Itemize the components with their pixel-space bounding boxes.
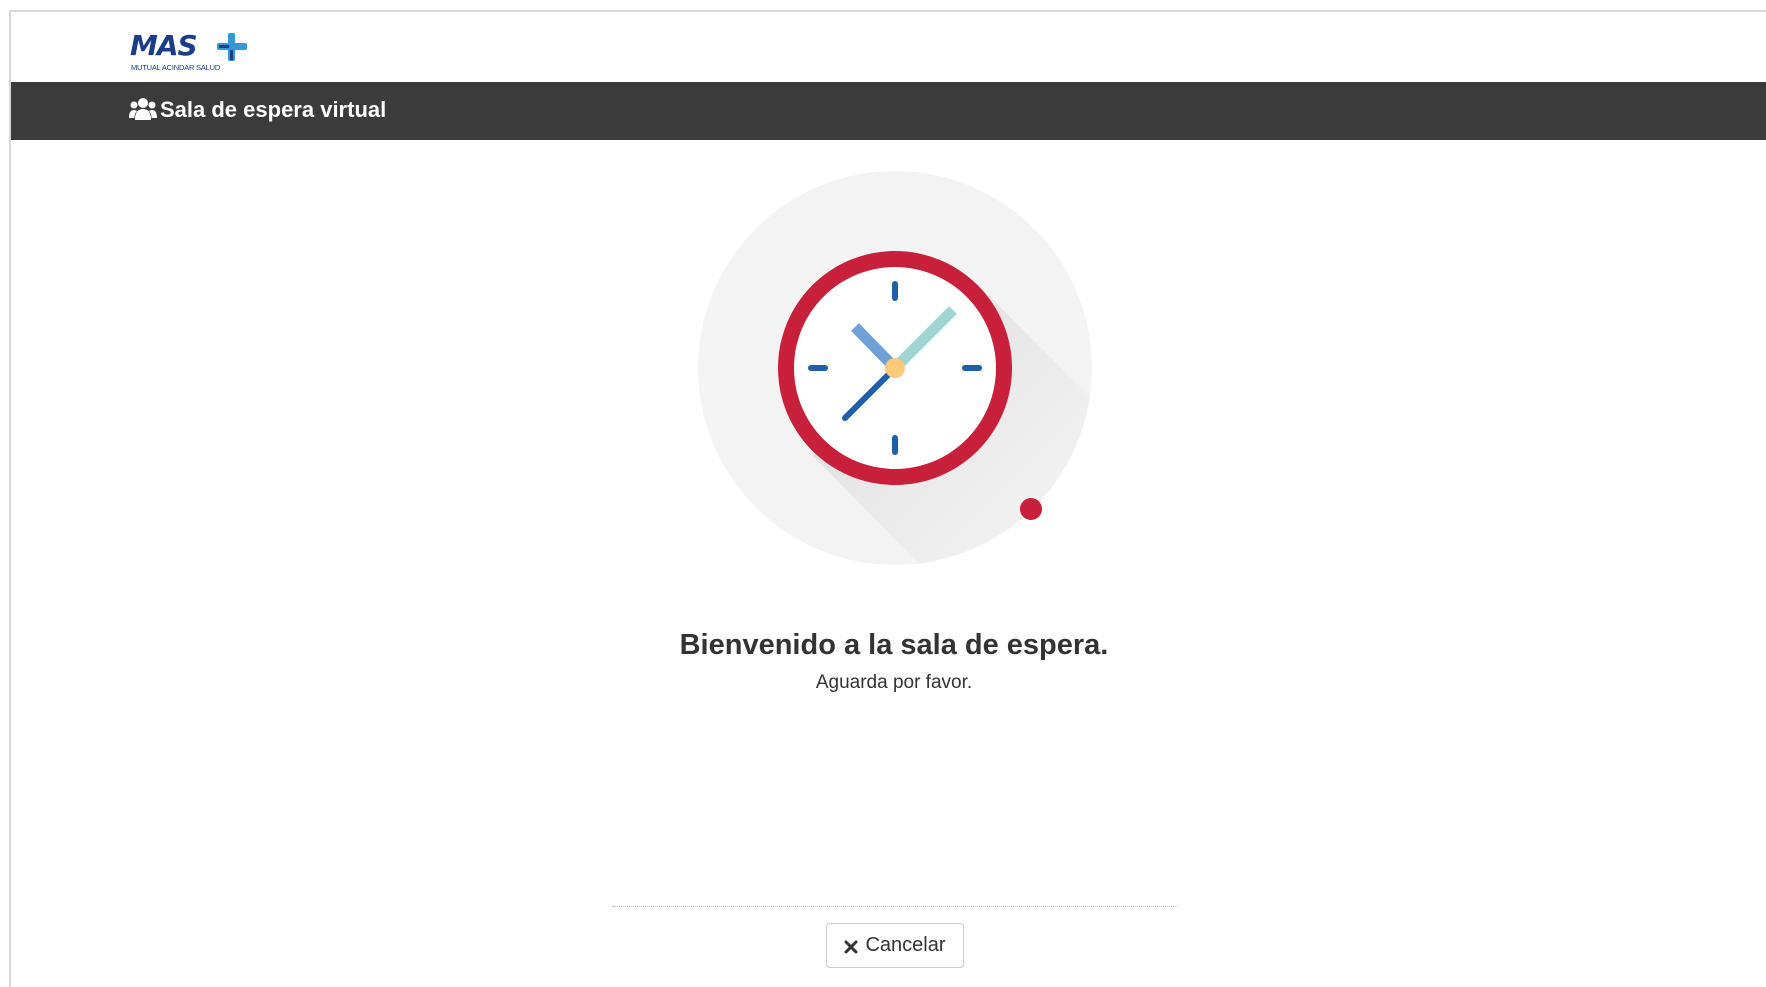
logo-bar: MAS MUTUAL ACINDAR SALUD xyxy=(11,12,1766,82)
cancel-button[interactable]: Cancelar xyxy=(826,923,964,968)
logo-text: MAS xyxy=(130,29,198,62)
header-bar: Sala de espera virtual xyxy=(11,82,1766,140)
clock-illustration xyxy=(695,170,1095,570)
welcome-subtitle: Aguarda por favor. xyxy=(815,672,973,693)
cancel-label: Cancelar xyxy=(865,934,946,956)
medical-cross-icon xyxy=(217,33,247,61)
logo-subtitle: MUTUAL ACINDAR SALUD xyxy=(131,63,221,72)
page: MAS MUTUAL ACINDAR SALUD Sala de espera … xyxy=(0,0,1766,987)
users-icon xyxy=(129,98,157,120)
welcome-title: Bienvenido a la sala de espera. xyxy=(679,629,1109,661)
clock-icon xyxy=(698,171,1092,565)
brand-logo[interactable]: MAS MUTUAL ACINDAR SALUD xyxy=(130,29,250,75)
page-title: Sala de espera virtual xyxy=(160,97,387,122)
close-icon xyxy=(844,940,858,953)
window-border-left xyxy=(9,10,11,987)
divider xyxy=(612,906,1178,907)
